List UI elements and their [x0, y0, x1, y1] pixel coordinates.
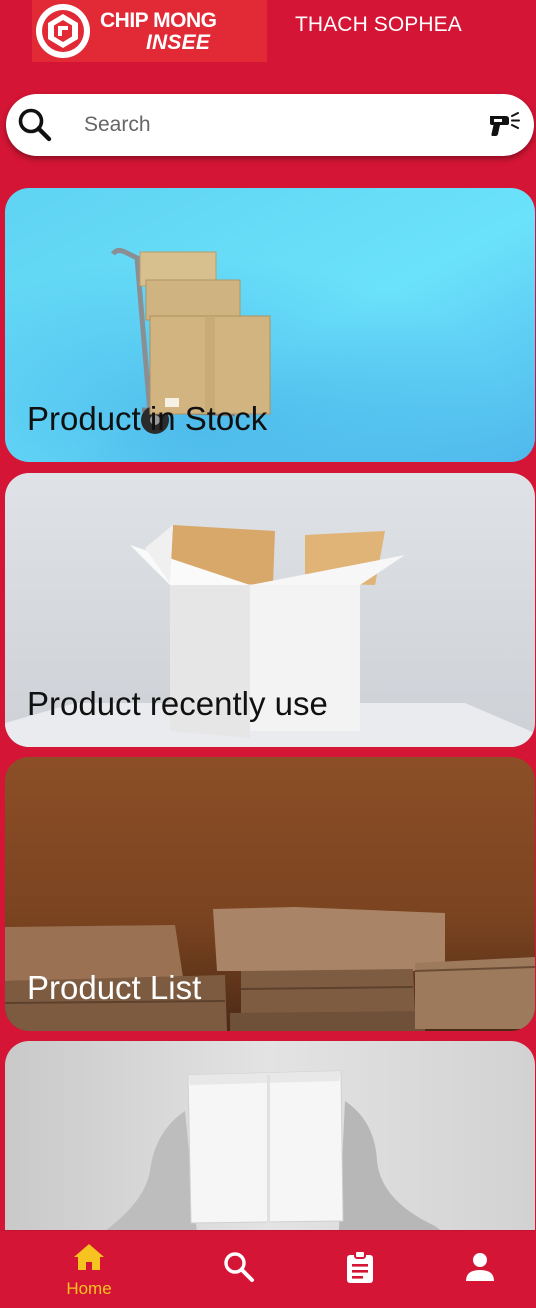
nav-label-home: Home	[66, 1278, 112, 1298]
logo-text: CHIP MONG INSEE	[100, 8, 217, 54]
logo-text-line1: CHIP MONG	[100, 8, 217, 32]
home-icon	[72, 1242, 106, 1277]
person-icon	[464, 1251, 496, 1288]
brand-logo: CHIP MONG INSEE	[32, 0, 267, 62]
nav-item-profile[interactable]	[435, 1231, 525, 1308]
card-label: Product in Stock	[27, 400, 268, 437]
barcode-scanner-icon[interactable]	[488, 110, 520, 140]
nav-item-home[interactable]: Home	[44, 1231, 134, 1308]
card-product-list[interactable]: Product List	[5, 757, 535, 1031]
search-icon[interactable]	[16, 106, 54, 144]
card-product-in-stock[interactable]: Product in Stock	[5, 188, 535, 462]
app-screen: CHIP MONG INSEE THACH SOPHEA Search Prod…	[0, 0, 536, 1308]
logo-text-line2: INSEE	[146, 30, 211, 54]
app-header: CHIP MONG INSEE THACH SOPHEA	[0, 0, 536, 80]
clipboard-icon	[344, 1249, 376, 1289]
search-icon	[222, 1250, 256, 1289]
nav-item-search[interactable]	[194, 1231, 284, 1308]
card-label: Product recently use	[27, 685, 328, 722]
user-name: THACH SOPHEA	[295, 13, 462, 36]
logo-mark-icon	[32, 0, 94, 62]
search-bar[interactable]	[6, 94, 534, 156]
search-input[interactable]	[84, 108, 464, 142]
nav-item-assignments[interactable]	[315, 1231, 405, 1308]
card-product-recently-use[interactable]: Product recently use	[5, 473, 535, 747]
card-label: Product List	[27, 969, 202, 1006]
bottom-navigation: Home	[0, 1230, 536, 1308]
